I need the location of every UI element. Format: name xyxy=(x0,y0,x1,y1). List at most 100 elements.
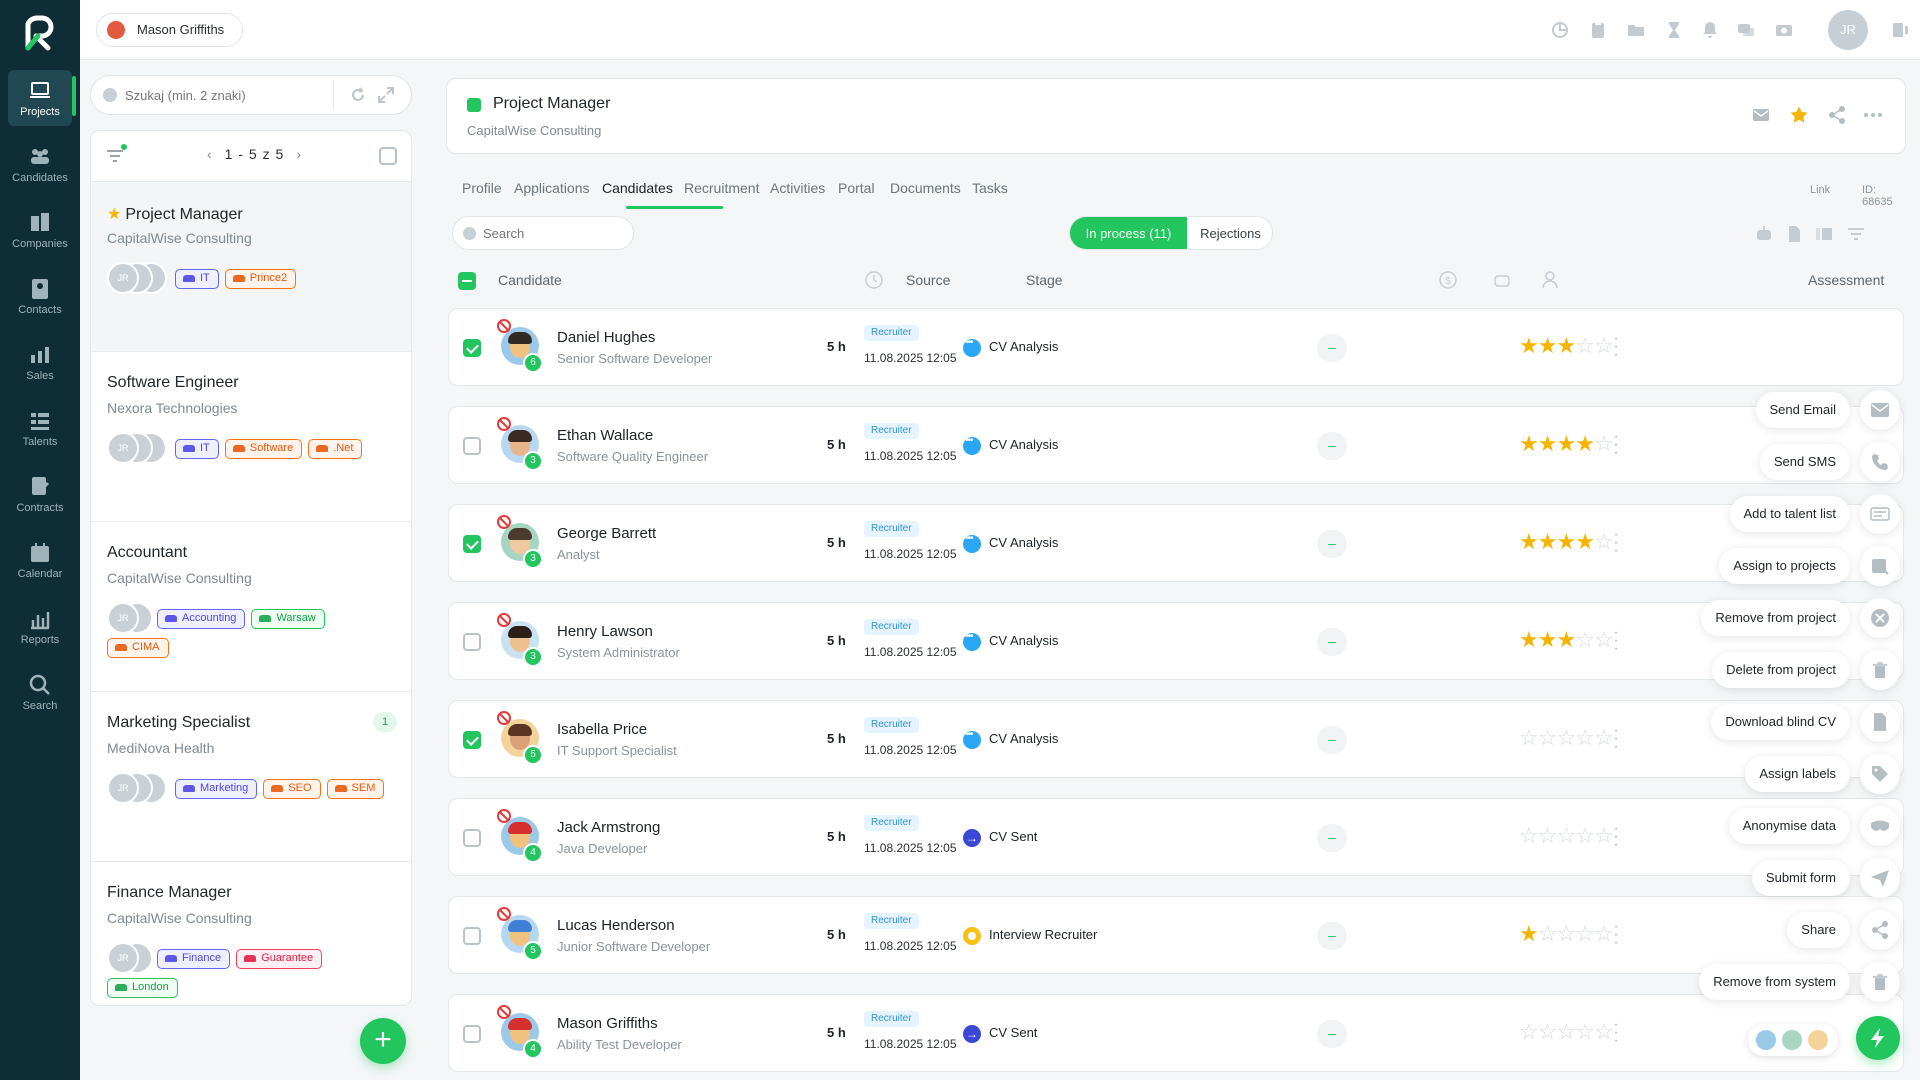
project-card[interactable]: ★ Project Manager CapitalWise Consulting JR… xyxy=(91,181,411,351)
filter-icon[interactable] xyxy=(1846,224,1866,244)
action-remove-from-system[interactable]: Remove from system xyxy=(1640,962,1900,1002)
star-icon[interactable]: ☆ xyxy=(1556,823,1576,848)
nav-contracts[interactable]: Contracts xyxy=(8,466,72,522)
action-send-sms[interactable]: Send SMS xyxy=(1640,442,1900,482)
header-stage[interactable]: Stage xyxy=(1026,272,1063,288)
project-company[interactable]: CapitalWise Consulting xyxy=(467,123,601,138)
candidate-name[interactable]: George Barrett xyxy=(557,525,656,542)
share-icon[interactable] xyxy=(1860,910,1900,950)
star-icon[interactable]: ★ xyxy=(1538,529,1558,554)
stage-name[interactable]: Interview Recruiter xyxy=(989,927,1097,942)
row-menu-icon[interactable]: · · · xyxy=(1611,723,1621,755)
project-tag[interactable]: London xyxy=(107,978,178,998)
project-tag[interactable]: IT xyxy=(175,269,219,289)
candidate-name[interactable]: Lucas Henderson xyxy=(557,917,675,934)
quick-actions-button[interactable] xyxy=(1856,1016,1900,1060)
nav-candidates[interactable]: Candidates xyxy=(8,136,72,192)
candidate-checkbox[interactable] xyxy=(463,535,481,553)
nav-talents[interactable]: Talents xyxy=(8,400,72,456)
tab-candidates[interactable]: Candidates xyxy=(602,180,673,196)
owner-placeholder[interactable]: – xyxy=(1317,922,1347,950)
star-icon[interactable]: ★ xyxy=(1538,627,1558,652)
star-icon[interactable]: ★ xyxy=(1519,333,1539,358)
project-card[interactable]: Software Engineer Nexora Technologies JR IT… xyxy=(91,351,411,521)
tab-activities[interactable]: Activities xyxy=(770,180,825,196)
candidate-name[interactable]: Henry Lawson xyxy=(557,623,653,640)
bell-icon[interactable] xyxy=(1700,20,1720,40)
star-icon[interactable]: ☆ xyxy=(1594,725,1614,750)
star-icon[interactable]: ☆ xyxy=(1575,725,1595,750)
owner-placeholder[interactable]: – xyxy=(1317,432,1347,460)
action-label[interactable]: Anonymise data xyxy=(1728,808,1850,844)
export-document-icon[interactable] xyxy=(1784,224,1804,244)
rating-stars[interactable]: ★★★☆☆ xyxy=(1519,333,1614,359)
project-card[interactable]: Marketing Specialist MediNova Health 1 JR Ma… xyxy=(91,691,411,861)
project-tag[interactable]: IT xyxy=(175,439,219,459)
chevron-left-icon[interactable]: ‹ xyxy=(207,146,213,162)
owner-placeholder[interactable]: – xyxy=(1317,824,1347,852)
star-icon[interactable]: ★ xyxy=(1556,431,1576,456)
star-icon[interactable]: ★ xyxy=(1575,529,1595,554)
project-tag[interactable]: SEO xyxy=(263,779,321,799)
tab-applications[interactable]: Applications xyxy=(514,180,590,196)
star-icon[interactable]: ★ xyxy=(1556,333,1576,358)
nav-search[interactable]: Search xyxy=(8,664,72,720)
candidate-checkbox[interactable] xyxy=(463,633,481,651)
action-send-email[interactable]: Send Email xyxy=(1640,390,1900,430)
tag-icon[interactable] xyxy=(1860,754,1900,794)
person-icon[interactable] xyxy=(1540,270,1560,290)
candidate-checkbox[interactable] xyxy=(463,1025,481,1043)
clipboard-icon[interactable] xyxy=(1588,20,1608,40)
chat-icon[interactable] xyxy=(1736,20,1756,40)
owner-placeholder[interactable]: – xyxy=(1317,334,1347,362)
mail-icon[interactable] xyxy=(1751,105,1771,125)
candidate-checkbox[interactable] xyxy=(463,829,481,847)
mask-icon[interactable] xyxy=(1860,806,1900,846)
expand-icon[interactable] xyxy=(377,86,395,104)
star-icon[interactable]: ☆ xyxy=(1519,1019,1539,1044)
candidate-name[interactable]: Mason Griffiths xyxy=(557,1015,658,1032)
tab-tasks[interactable]: Tasks xyxy=(972,180,1008,196)
project-tag[interactable]: .Net xyxy=(308,439,363,459)
select-all-projects-checkbox[interactable] xyxy=(379,147,397,165)
star-icon[interactable]: ★ xyxy=(1575,431,1595,456)
logout-icon[interactable] xyxy=(1890,20,1910,40)
rating-stars[interactable]: ☆☆☆☆☆ xyxy=(1519,823,1614,849)
table-row[interactable]: 6 Daniel Hughes Senior Software Developer 5… xyxy=(448,308,1904,386)
columns-icon[interactable] xyxy=(1814,224,1834,244)
action-label[interactable]: Share xyxy=(1787,912,1850,948)
candidate-name[interactable]: Isabella Price xyxy=(557,721,647,738)
candidate-checkbox[interactable] xyxy=(463,339,481,357)
rating-stars[interactable]: ★★★★☆ xyxy=(1519,529,1614,555)
tab-documents[interactable]: Documents xyxy=(890,180,961,196)
rating-stars[interactable]: ★★★★☆ xyxy=(1519,431,1614,457)
assign-icon[interactable] xyxy=(1860,546,1900,586)
star-icon[interactable]: ★ xyxy=(1519,431,1539,456)
nav-calendar[interactable]: Calendar xyxy=(8,532,72,588)
star-icon[interactable]: ☆ xyxy=(1575,921,1595,946)
project-tag[interactable]: SEM xyxy=(326,779,385,799)
project-card[interactable]: Finance Manager CapitalWise Consulting JR F… xyxy=(91,861,411,1005)
project-tag[interactable]: Accounting xyxy=(157,609,246,629)
star-icon[interactable]: ☆ xyxy=(1538,1019,1558,1044)
action-label[interactable]: Add to talent list xyxy=(1729,496,1850,532)
star-icon[interactable]: ☆ xyxy=(1575,1019,1595,1044)
star-icon[interactable]: ☆ xyxy=(1519,823,1539,848)
send-icon[interactable] xyxy=(1860,858,1900,898)
star-icon[interactable]: ★ xyxy=(1519,627,1539,652)
mail-icon[interactable] xyxy=(1860,390,1900,430)
row-menu-icon[interactable]: · · · xyxy=(1611,821,1621,853)
star-icon[interactable] xyxy=(1789,105,1809,125)
action-share[interactable]: Share xyxy=(1640,910,1900,950)
stage-name[interactable]: CV Analysis xyxy=(989,339,1058,354)
account-avatar[interactable]: JR xyxy=(1828,10,1868,50)
analytics-icon[interactable] xyxy=(1550,20,1570,40)
action-remove-from-project[interactable]: Remove from project xyxy=(1640,598,1900,638)
candidate-checkbox[interactable] xyxy=(463,927,481,945)
candidate-checkbox[interactable] xyxy=(463,437,481,455)
stage-name[interactable]: CV Sent xyxy=(989,829,1037,844)
document-icon[interactable] xyxy=(1860,702,1900,742)
row-menu-icon[interactable]: · · · xyxy=(1611,331,1621,363)
selected-candidates-preview[interactable] xyxy=(1748,1024,1838,1056)
in-process-button[interactable]: In process (11) xyxy=(1070,217,1187,249)
